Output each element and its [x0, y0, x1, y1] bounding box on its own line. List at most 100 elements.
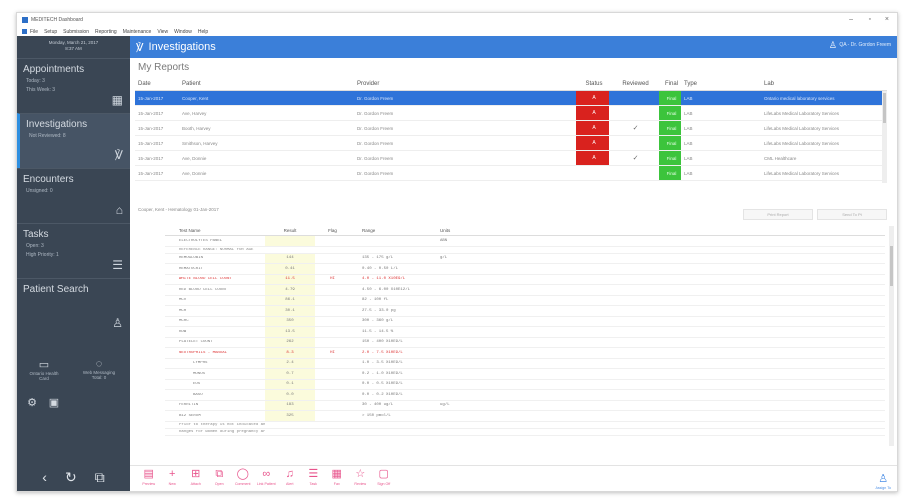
current-user[interactable]: QA - Dr. Gordon Freem	[839, 42, 891, 48]
maximize-icon[interactable]: ▫	[869, 16, 871, 23]
menu-help[interactable]: Help	[198, 29, 208, 35]
settings-button[interactable]: ⚙	[25, 396, 39, 409]
minimize-icon[interactable]: –	[849, 16, 853, 23]
result-row[interactable]: LYMPHS 2.4 1.0 - 3.5 X10E9/L	[165, 358, 885, 369]
comment-button[interactable]: ◯ Comment	[231, 466, 255, 491]
result-row[interactable]: HEMATOCRIT 0.41 0.40 - 0.50 L/L	[165, 264, 885, 275]
stethoscope-icon: ℣	[136, 41, 144, 54]
result-test-name: ELECTROLYTES PANEL	[179, 238, 223, 243]
alert-button[interactable]: ♫ Alert	[278, 466, 302, 491]
result-row[interactable]: FERRITIN 183 30 - 400 ug/L ug/L	[165, 400, 885, 411]
results-scrollbar[interactable]	[889, 226, 894, 446]
table-row[interactable]: 15-Jan-2017 Ave, Donnie Dr. Gordon Freem A ✓…	[135, 151, 887, 166]
ontario-health-card-button[interactable]: ▭ Ontario Health Card	[29, 358, 59, 381]
result-row[interactable]: NEUTROPHILS - MANUAL 8.3 HI 2.0 - 7.5 X10E9…	[165, 348, 885, 359]
col-patient[interactable]: Patient	[179, 78, 354, 90]
col-provider[interactable]: Provider	[354, 78, 576, 90]
book-button[interactable]: ▣	[47, 396, 61, 409]
assign-to-button[interactable]: ♙ Assign To	[875, 472, 891, 491]
toolbar-button-label: Sign Off	[377, 482, 391, 486]
sidebar-item-investigations[interactable]: Investigations Not Reviewed: 8 ℣	[17, 113, 130, 168]
result-row[interactable]: RED BLOOD CELL COUNT 4.79 4.50 - 6.00 X10E…	[165, 285, 885, 296]
menu-setup[interactable]: Setup	[44, 29, 57, 35]
report-detail-title: Cooper, Kent - Hematology 01-Jan-2017	[138, 207, 219, 212]
col-status[interactable]: Status	[576, 78, 609, 90]
sign-off-button[interactable]: ▢ Sign Off	[372, 466, 396, 491]
result-row[interactable]: MONOS 0.7 0.2 - 1.0 X10E9/L	[165, 369, 885, 380]
new-button[interactable]: + New	[161, 466, 185, 491]
col-final[interactable]: Final	[659, 78, 681, 90]
col-units[interactable]: Units	[440, 228, 470, 233]
table-row[interactable]: 15-Jan-2017 Ave, Donnie Dr. Gordon Freem Fi…	[135, 166, 887, 181]
print-report-button[interactable]: Print Report	[743, 209, 813, 220]
result-flag: HI	[330, 277, 335, 282]
menu-maintenance[interactable]: Maintenance	[123, 29, 152, 35]
sidebar-item-encounters[interactable]: Encounters Unsigned: 0 ⌂	[17, 168, 130, 223]
preview-button[interactable]: ▤ Preview	[137, 466, 161, 491]
result-row[interactable]: WHITE BLOOD CELL COUNT 11.5 HI 4.0 - 11.0 X…	[165, 274, 885, 285]
toolbar-button-label: Open	[214, 482, 224, 486]
back-icon[interactable]: ‹	[42, 469, 47, 485]
sidebar-item-tasks[interactable]: Tasks Open: 3 High Priority: 1 ☰	[17, 223, 130, 278]
cell-type: LAB	[684, 95, 693, 101]
table-row[interactable]: 15-Jan-2017 Smithson, Harvey Dr. Gordon Fr…	[135, 136, 887, 151]
menu-submission[interactable]: Submission	[63, 29, 89, 35]
col-test-name[interactable]: Test Name	[165, 228, 265, 233]
link-icon: ∞	[262, 468, 271, 480]
table-row[interactable]: 15-Jan-2017 Booth, Harvey Dr. Gordon Freem…	[135, 121, 887, 136]
result-value: 11.5	[265, 274, 315, 284]
result-test-name: PLATELET COUNT	[179, 340, 213, 345]
result-row[interactable]: MCHC 350 300 - 360 g/L	[165, 316, 885, 327]
col-lab[interactable]: Lab	[761, 78, 887, 90]
sidebar-item-appointments[interactable]: Appointments Today: 3 This Week: 3 ▦	[17, 58, 130, 113]
col-result[interactable]: Result	[265, 226, 315, 235]
fax-button[interactable]: ▦ Fax	[325, 466, 349, 491]
result-row[interactable]: Prior to therapy is not indicated and th…	[165, 422, 885, 429]
web-messaging-button[interactable]: ◌ Web Messaging Total: 0	[79, 358, 119, 380]
table-row[interactable]: 15-Jan-2017 Ave, Harvey Dr. Gordon Freem A F…	[135, 106, 887, 121]
menu-reporting[interactable]: Reporting	[95, 29, 117, 35]
col-date[interactable]: Date	[135, 78, 179, 90]
sidebar-item-patient-search[interactable]: Patient Search ♙	[17, 278, 130, 336]
cell-patient: Smithson, Harvey	[182, 140, 218, 146]
result-row[interactable]: EOS 0.1 0.0 - 0.5 X10E9/L	[165, 379, 885, 390]
toolbar-button-label: Preview	[142, 482, 156, 486]
reports-scroll-thumb[interactable]	[883, 93, 886, 123]
cell-reviewed	[609, 136, 659, 150]
task-icon: ☰	[308, 468, 319, 480]
result-range: 2.0 - 7.5 X10E9/L	[362, 350, 403, 355]
result-row[interactable]: MCV 86.1 82 - 100 fL	[165, 295, 885, 306]
col-type[interactable]: Type	[681, 78, 761, 90]
refresh-icon[interactable]: ↻	[65, 469, 77, 486]
review-button[interactable]: ☆ Review	[349, 466, 373, 491]
result-row[interactable]: Ranges for women during pregnancy are lo…	[165, 429, 885, 436]
col-flag[interactable]: Flag	[315, 228, 350, 233]
external-link-icon[interactable]: ⧉	[95, 469, 105, 486]
cell-type: LAB	[684, 110, 693, 116]
result-row[interactable]: PLATELET COUNT 262 150 - 400 X10E9/L	[165, 337, 885, 348]
result-row[interactable]: MCH 30.1 27.5 - 33.0 pg	[165, 306, 885, 317]
menu-bar: File Setup Submission Reporting Maintena…	[17, 27, 897, 36]
close-icon[interactable]: ×	[885, 16, 889, 23]
result-row[interactable]: REFERENCE RANGE: NORMAL FOR AGE	[165, 247, 885, 254]
reports-scrollbar[interactable]	[882, 91, 887, 183]
link-patient-button[interactable]: ∞ Link Patient	[255, 466, 279, 491]
table-row[interactable]: 15-Jan-2017 Cooper, Kent Dr. Gordon Freem A…	[135, 91, 887, 106]
task-list-icon: ☰	[112, 258, 123, 272]
task-button[interactable]: ☰ Task	[302, 466, 326, 491]
open-button[interactable]: ⧉ Open	[208, 466, 232, 491]
send-to-patient-button[interactable]: Send To Pt	[817, 209, 887, 220]
col-reviewed[interactable]: Reviewed	[609, 78, 659, 90]
menu-file[interactable]: File	[30, 29, 38, 35]
menu-window[interactable]: Window	[174, 29, 192, 35]
result-row[interactable]: HEMOGLOBIN 144 135 - 175 g/L g/L	[165, 253, 885, 264]
result-row[interactable]: ELECTROLYTES PANEL ABN	[165, 236, 885, 247]
result-row[interactable]: B12 SERUM 325 > 150 pmol/L	[165, 411, 885, 422]
result-row[interactable]: BASO 0.0 0.0 - 0.2 X10E9/L	[165, 390, 885, 401]
result-row[interactable]: RDW 13.5 11.5 - 14.5 %	[165, 327, 885, 338]
col-range[interactable]: Range	[350, 228, 440, 233]
menu-view[interactable]: View	[157, 29, 168, 35]
cell-status: A	[576, 91, 609, 105]
attach-button[interactable]: ⊞ Attach	[184, 466, 208, 491]
results-scroll-thumb[interactable]	[890, 246, 893, 286]
